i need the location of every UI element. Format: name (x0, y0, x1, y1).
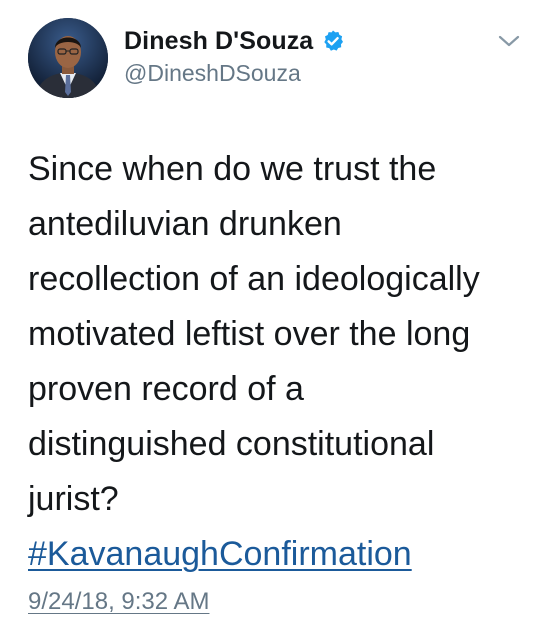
chevron-down-icon[interactable] (496, 30, 522, 52)
tweet-text-line: distinguished constitutional (28, 425, 435, 463)
verified-badge-icon (321, 29, 345, 53)
tweet-text-line: proven record of a (28, 370, 304, 408)
tweet-text-line: Since when do we trust the (28, 150, 437, 188)
tweet-text-line: antediluvian drunken (28, 205, 342, 243)
tweet-text-line: jurist? (28, 480, 119, 518)
avatar[interactable] (28, 18, 108, 98)
author-display-name[interactable]: Dinesh D'Souza (124, 27, 313, 56)
hashtag-line: #KavanaughConfirmation (28, 527, 533, 582)
avatar-photo (28, 18, 108, 98)
tweet-text-line: motivated leftist over the long (28, 315, 471, 353)
tweet-timestamp[interactable]: 9/24/18, 9:32 AM (28, 588, 209, 616)
tweet-text-line: recollection of an ideologically (28, 260, 480, 298)
tweet-card: Dinesh D'Souza @DineshDSouza Since when … (0, 0, 544, 640)
author-name-row: Dinesh D'Souza (124, 24, 345, 58)
author-handle[interactable]: @DineshDSouza (124, 60, 301, 87)
tweet-text: Since when do we trust the antediluvian … (28, 142, 533, 582)
hashtag-link[interactable]: #KavanaughConfirmation (28, 527, 412, 582)
